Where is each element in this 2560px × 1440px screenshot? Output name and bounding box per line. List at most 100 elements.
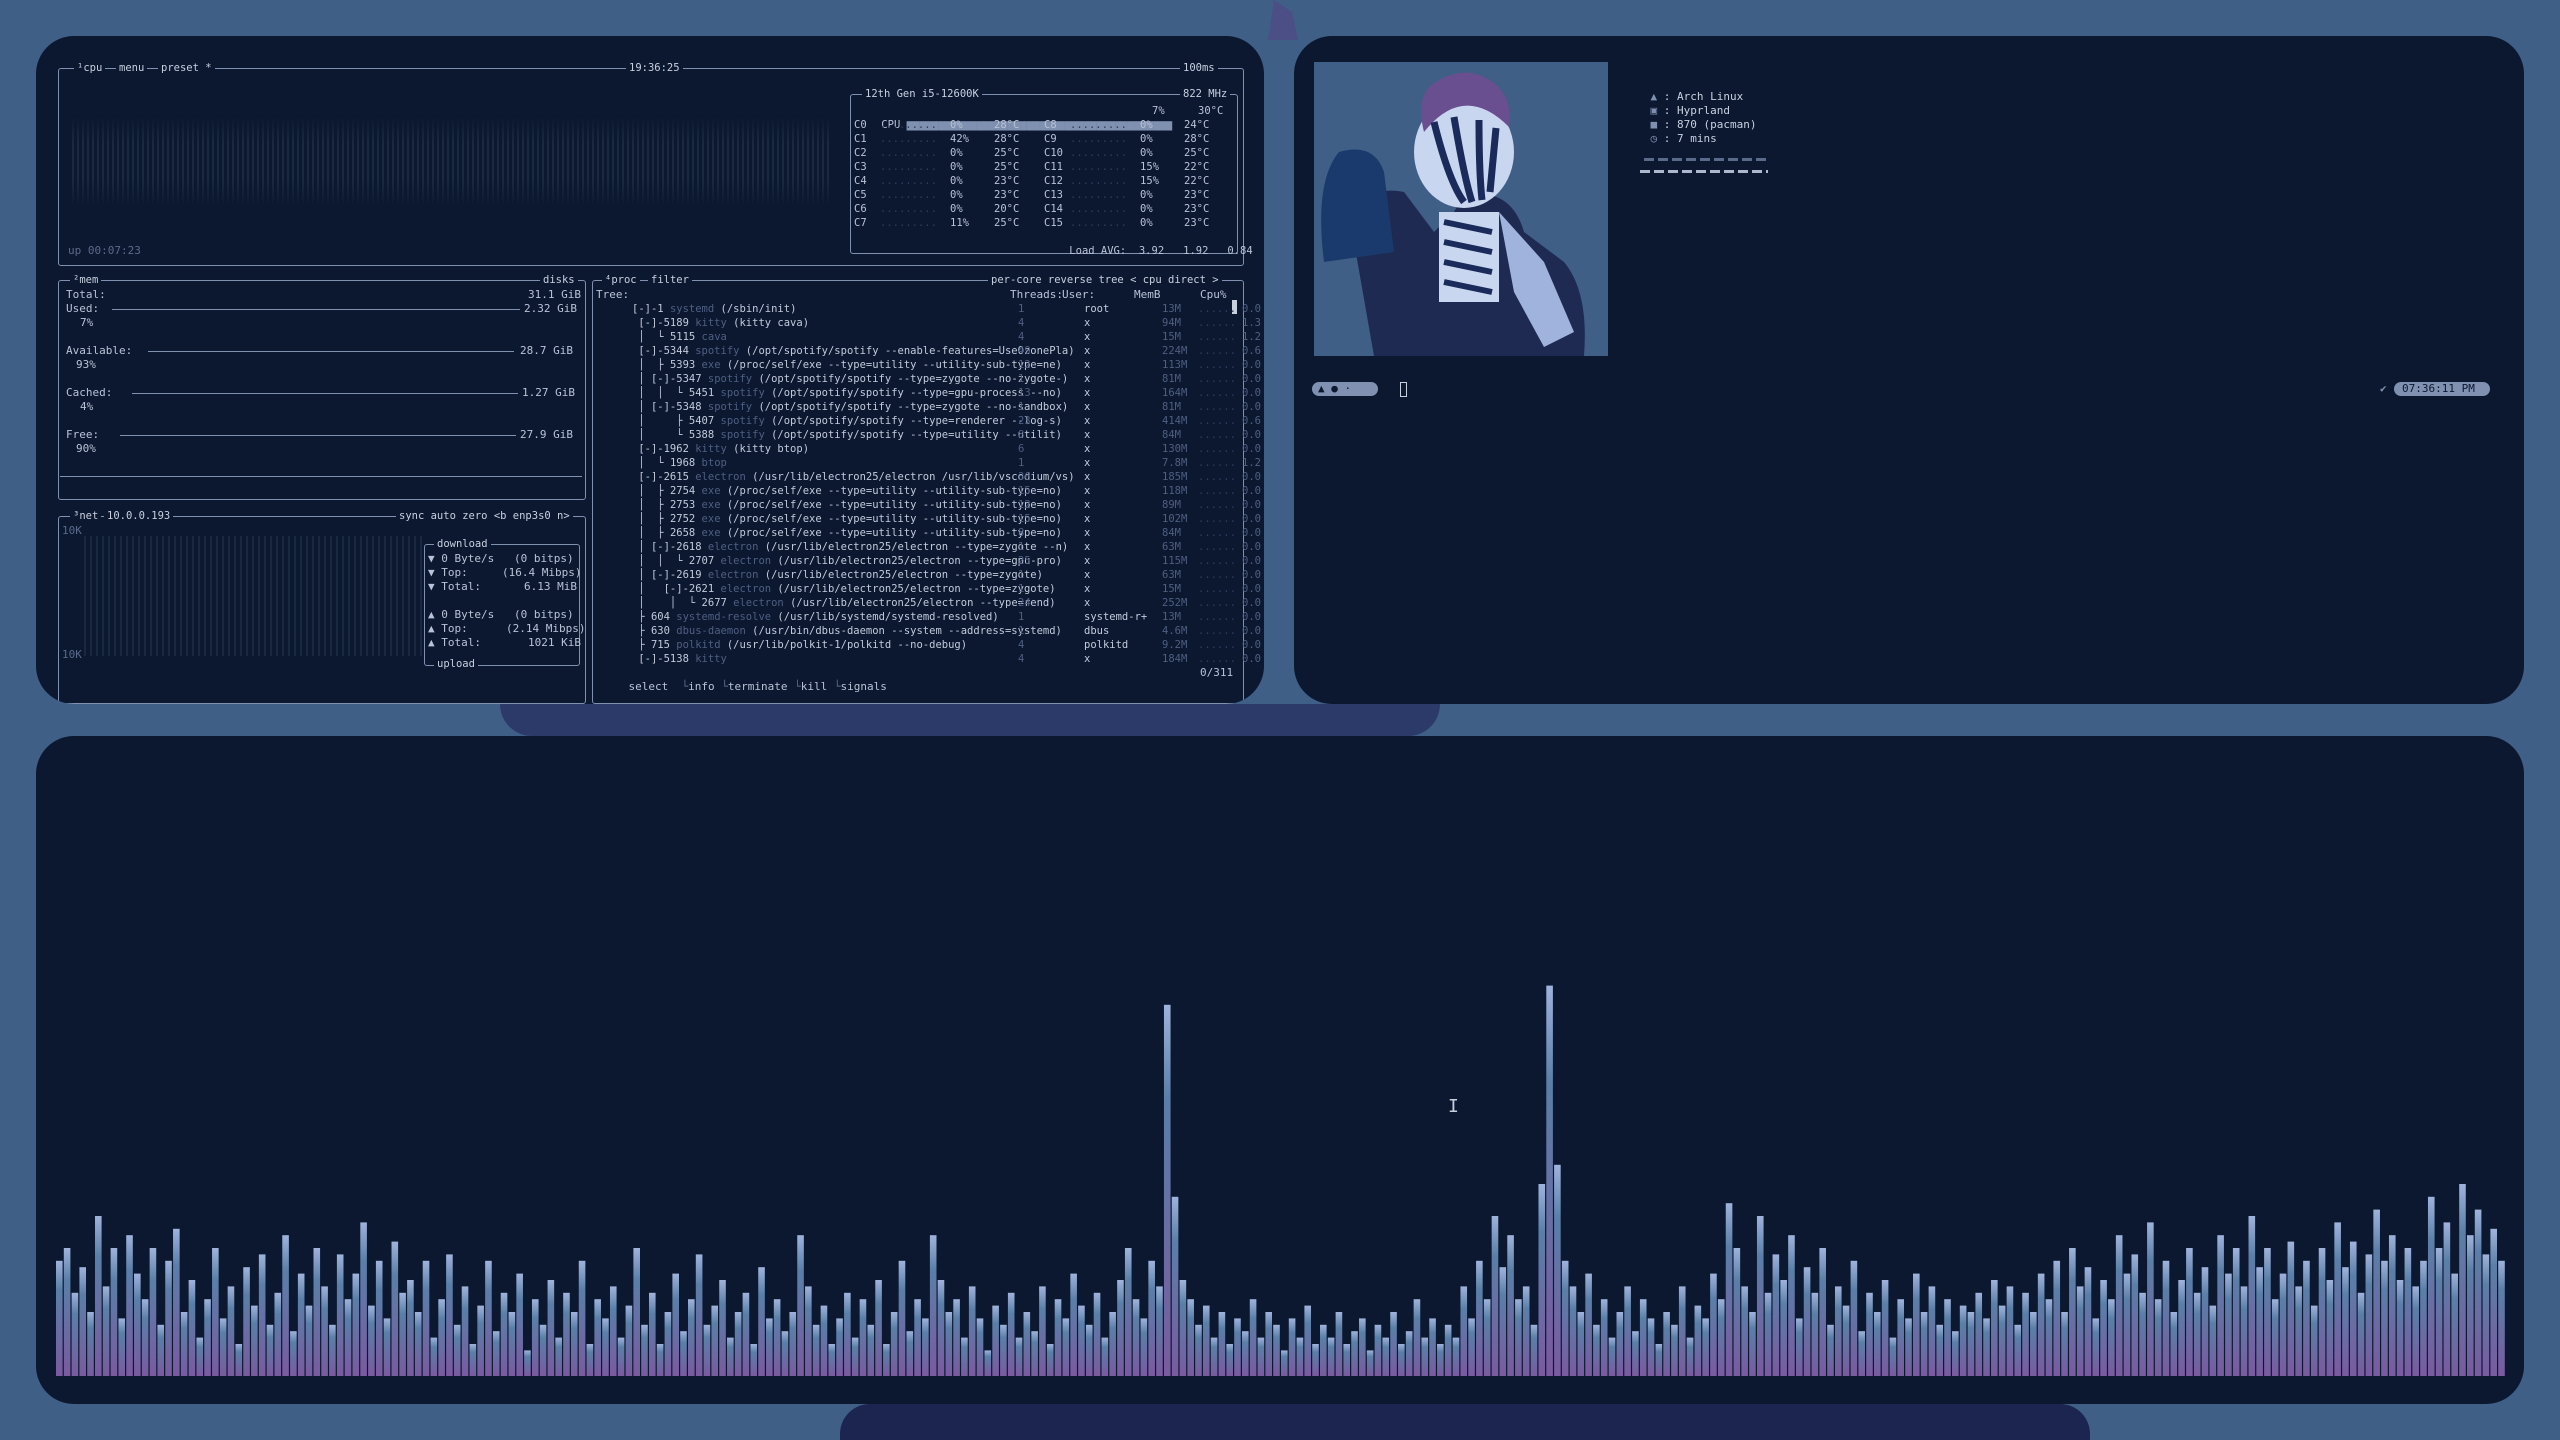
process-row[interactable]: ├ 630 dbus-daemon (/usr/bin/dbus-daemon …	[632, 624, 1264, 638]
cava-bar	[2209, 1305, 2217, 1376]
cava-bar	[2373, 1209, 2380, 1376]
cava-bar	[602, 1318, 609, 1376]
cava-bar	[1585, 1273, 1592, 1376]
tab-mem[interactable]: ²mem	[70, 274, 102, 286]
update-interval[interactable]: 100ms	[1180, 62, 1218, 74]
cava-bar	[2381, 1260, 2388, 1376]
net-tabs[interactable]: sync auto zero <b enp3s0 n>	[396, 510, 573, 522]
process-row[interactable]: │ [-]-2619 electron (/usr/lib/electron25…	[632, 568, 1264, 582]
proc-name: kitty	[695, 653, 734, 665]
cava-bar	[664, 1312, 672, 1376]
fetch-terminal-window[interactable]: ▲ : Arch Linux ▣ : Hyprland ■ : 870 (pac…	[1294, 36, 2524, 704]
down-rate-bits: (0 bitps)	[514, 552, 574, 565]
process-row[interactable]: │ │ └ 5451 spotify (/opt/spotify/spotify…	[632, 386, 1264, 400]
cava-bar	[1561, 1260, 1569, 1376]
cava-bar	[290, 1331, 297, 1376]
process-row[interactable]: │ ├ 2754 exe (/proc/self/exe --type=util…	[632, 484, 1264, 498]
proc-tree: ├	[632, 611, 651, 623]
cava-bar	[1928, 1286, 1936, 1376]
process-row[interactable]: [-]-5344 spotify (/opt/spotify/spotify -…	[632, 344, 1264, 358]
tab-preset[interactable]: preset *	[158, 62, 215, 74]
proc-pid: 5115	[669, 331, 702, 343]
mem-divider	[60, 476, 582, 477]
cava-bar	[2459, 1184, 2466, 1376]
process-row[interactable]: │ [-]-2618 electron (/usr/lib/electron25…	[632, 540, 1264, 554]
proc-mem: 130M	[1162, 443, 1188, 455]
process-row[interactable]: │ ├ 2753 exe (/proc/self/exe --type=util…	[632, 498, 1264, 512]
proc-threads: 15	[1018, 485, 1031, 497]
cava-bar	[336, 1254, 344, 1376]
proc-tree: │ [-]-	[632, 583, 689, 595]
process-row[interactable]: [-]-5138 kitty 4 x 184M 0.0......	[632, 652, 1264, 666]
tab-cpu[interactable]: ¹cpu	[74, 62, 106, 74]
proc-mem: 102M	[1162, 513, 1188, 525]
proc-cpu: 0.0	[1242, 639, 1261, 651]
core-pct: 11%	[950, 217, 969, 229]
proc-name: btop	[701, 457, 734, 469]
footer-signals[interactable]: signals	[840, 680, 886, 693]
tab-net[interactable]: ³net	[70, 510, 102, 522]
cava-bar	[1889, 1337, 1897, 1376]
proc-pid: 2658	[669, 527, 702, 539]
cava-bar	[282, 1235, 289, 1376]
process-row[interactable]: │ ├ 5407 spotify (/opt/spotify/spotify -…	[632, 414, 1264, 428]
process-row[interactable]: │ └ 5388 spotify (/opt/spotify/spotify -…	[632, 428, 1264, 442]
proc-mem-meter: ......	[1198, 471, 1236, 483]
proc-threads: 49	[1018, 345, 1031, 357]
cava-bar	[2170, 1312, 2178, 1376]
proc-cpu: 0.0	[1242, 387, 1261, 399]
workspace-label: ▲ ● ·	[1318, 382, 1352, 395]
process-row[interactable]: │ │ └ 2707 electron (/usr/lib/electron25…	[632, 554, 1264, 568]
process-row[interactable]: │ [-]-2621 electron (/usr/lib/electron25…	[632, 582, 1264, 596]
proc-options[interactable]: per-core reverse tree < cpu direct >	[988, 274, 1222, 286]
col-user: User:	[1062, 288, 1096, 301]
process-row[interactable]: │ └ 1968 btop 1 x 7.8M 1.2......	[632, 456, 1264, 470]
core-temp: 22°C	[1184, 161, 1210, 173]
cava-bar	[727, 1337, 734, 1376]
btop-terminal-window[interactable]: ¹cpu menu preset * 19:36:25 100ms up 00:…	[36, 36, 1264, 704]
core-meter: .........	[880, 147, 937, 159]
process-row[interactable]: │ ├ 2658 exe (/proc/self/exe --type=util…	[632, 526, 1264, 540]
tab-proc[interactable]: ⁴proc	[602, 274, 640, 286]
process-row[interactable]: │ └ 5115 cava 4 x 15M 1.2......	[632, 330, 1264, 344]
wallpaper-figure-top	[1268, 0, 1298, 40]
mem-used-meter	[112, 309, 520, 310]
process-row[interactable]: ├ 715 polkitd (/usr/lib/polkit-1/polkitd…	[632, 638, 1264, 652]
process-row[interactable]: [-]-2615 electron (/usr/lib/electron25/e…	[632, 470, 1264, 484]
process-row[interactable]: │ │ └ 2677 electron (/usr/lib/electron25…	[632, 596, 1264, 610]
tab-menu[interactable]: menu	[116, 62, 148, 74]
up-rate-bits: (0 bitps)	[514, 608, 574, 621]
cpu-frequency: 822 MHz	[1180, 88, 1231, 100]
proc-threads: 4	[1018, 639, 1025, 651]
core-meter: .........	[880, 133, 937, 145]
cava-bar	[305, 1305, 313, 1376]
footer-terminate[interactable]: terminate	[728, 680, 788, 693]
cava-bar	[2248, 1216, 2256, 1376]
tab-disks[interactable]: disks	[540, 274, 578, 286]
process-row[interactable]: │ [-]-5347 spotify (/opt/spotify/spotify…	[632, 372, 1264, 386]
process-row[interactable]: [-]-1 systemd (/sbin/init) 1 root 13M 0.0...…	[632, 302, 1264, 316]
process-row[interactable]: [-]-1962 kitty (kitty btop) 6 x 130M 0.0....…	[632, 442, 1264, 456]
process-row[interactable]: │ ├ 5393 exe (/proc/self/exe --type=util…	[632, 358, 1264, 372]
proc-mem-meter: ......	[1198, 331, 1236, 343]
cava-bar	[1226, 1344, 1233, 1376]
proc-mem: 15M	[1162, 583, 1181, 595]
mem-used-value: 2.32 GiB	[524, 302, 577, 315]
footer-select[interactable]: select	[629, 680, 669, 693]
proc-mem: 84M	[1162, 429, 1181, 441]
cava-bar	[937, 1280, 945, 1376]
proc-name: exe	[701, 513, 727, 525]
footer-kill[interactable]: kill	[801, 680, 828, 693]
process-row[interactable]: │ [-]-5348 spotify (/opt/spotify/spotify…	[632, 400, 1264, 414]
process-row[interactable]: [-]-5189 kitty (kitty cava) 4 x 94M 1.3.....…	[632, 316, 1264, 330]
core-pct: 0%	[1140, 119, 1153, 131]
process-row[interactable]: │ ├ 2752 exe (/proc/self/exe --type=util…	[632, 512, 1264, 526]
proc-tree: │ ├	[632, 485, 670, 497]
proc-filter[interactable]: filter	[648, 274, 692, 286]
footer-info[interactable]: info	[688, 680, 715, 693]
process-row[interactable]: ├ 604 systemd-resolve (/usr/lib/systemd/…	[632, 610, 1264, 624]
cava-bar	[375, 1260, 383, 1376]
cpu-total-temp: 30°C	[1198, 105, 1224, 117]
proc-user: systemd-r+	[1084, 611, 1148, 623]
cava-visualizer-window[interactable]: I	[36, 736, 2524, 1404]
